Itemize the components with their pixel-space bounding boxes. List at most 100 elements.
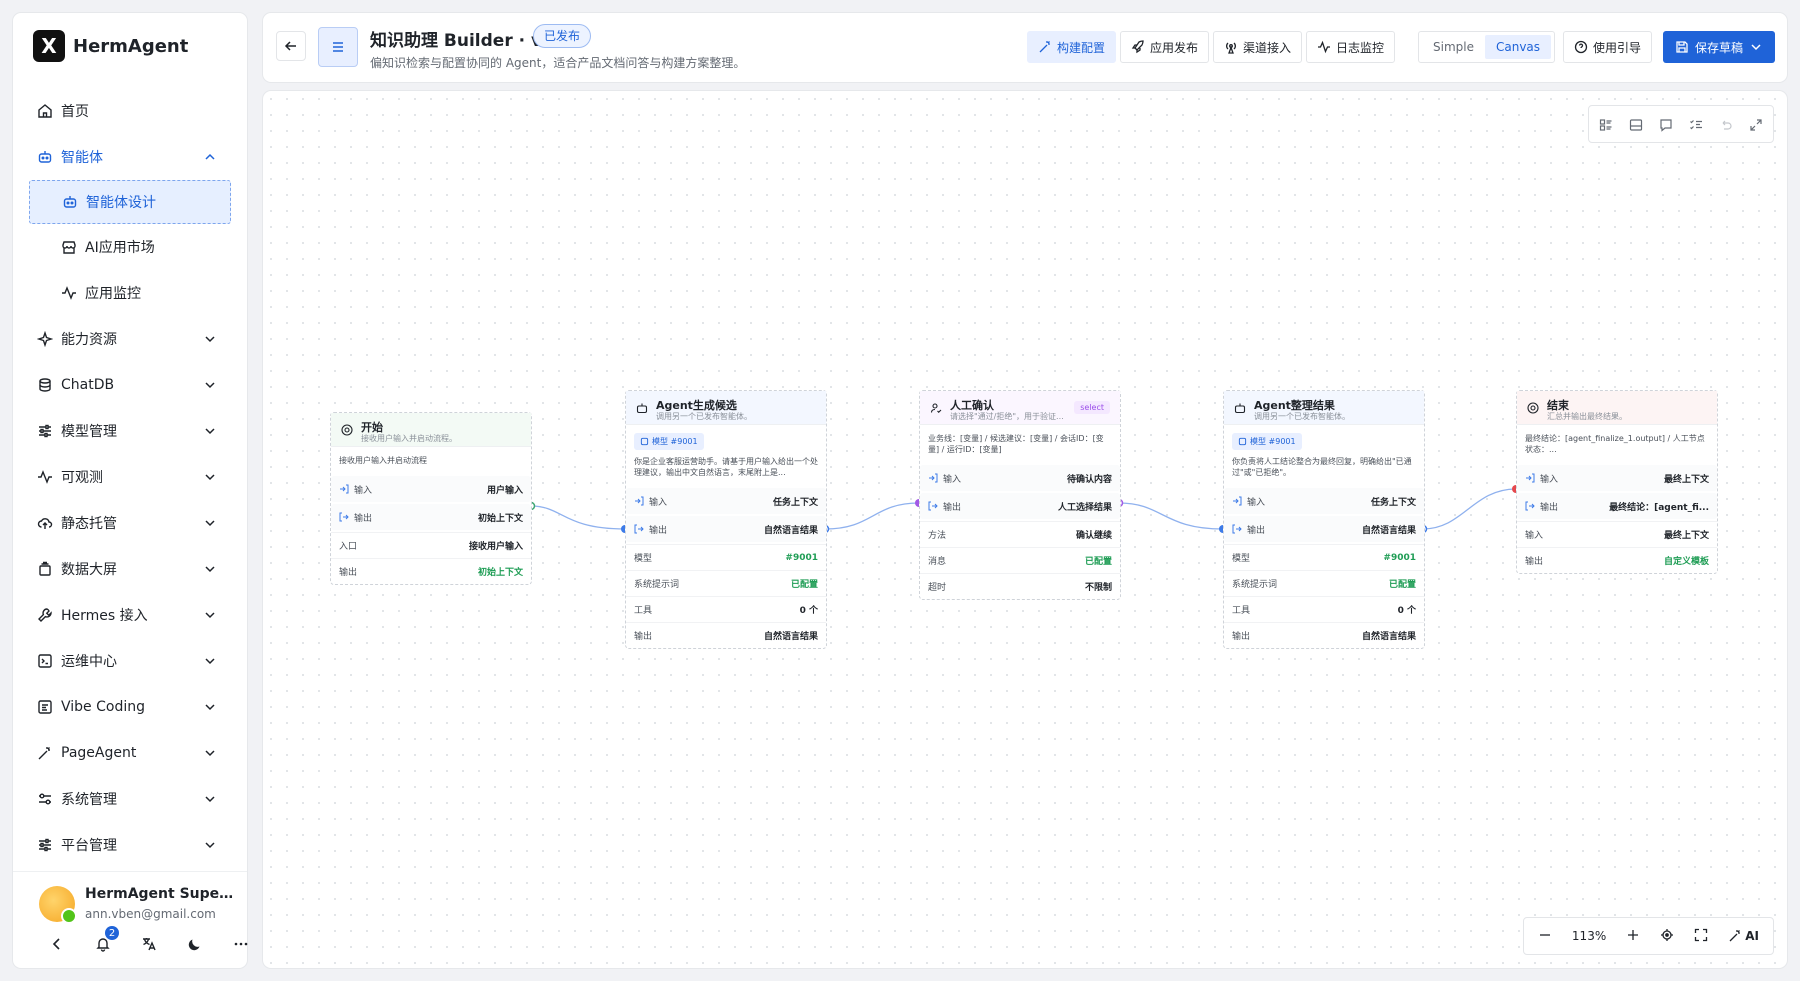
sidebar-item-ai-market[interactable]: AI应用市场 bbox=[13, 224, 247, 270]
fullscreen-button[interactable] bbox=[1694, 928, 1708, 945]
sidebar-item-label: 模型管理 bbox=[61, 424, 117, 440]
tab-logs[interactable]: 日志监控 bbox=[1306, 31, 1396, 63]
collapse-sidebar-button[interactable] bbox=[49, 936, 65, 952]
sidebar-item-agents[interactable]: 智能体 bbox=[13, 134, 247, 180]
node-text: 你是企业客服运营助手。请基于用户输入给出一个处理建议，输出中文自然语言，末尾附上… bbox=[634, 457, 818, 477]
chevron-down-icon bbox=[205, 704, 215, 711]
home-icon bbox=[37, 103, 53, 119]
chevron-down-icon bbox=[205, 474, 215, 481]
node-end[interactable]: 结束 汇总并输出最终结果。 最终结论：[agent_finalize_1.out… bbox=[1516, 390, 1718, 574]
fullscreen-icon bbox=[1695, 928, 1708, 941]
sidebar-item-label: 运维中心 bbox=[61, 654, 117, 670]
sidebar-item-pageagent[interactable]: PageAgent bbox=[13, 730, 247, 776]
tab-build-config[interactable]: 构建配置 bbox=[1027, 31, 1117, 63]
chevron-down-icon bbox=[205, 842, 215, 849]
sidebar-item-capability[interactable]: 能力资源 bbox=[13, 316, 247, 362]
workflow-canvas[interactable]: 开始 接收用户输入并启动流程。 接收用户输入并启动流程 输入 用户输入 输出 初始上… bbox=[263, 91, 1787, 968]
guide-button[interactable]: 使用引导 bbox=[1563, 31, 1653, 63]
sidebar-item-vibe-coding[interactable]: Vibe Coding bbox=[13, 684, 247, 730]
mode-canvas[interactable]: Canvas bbox=[1484, 35, 1552, 59]
page-header: 知识助理 Builder · v8 已发布 偏知识检索与配置协同的 Agent，… bbox=[263, 13, 1787, 82]
activity-icon bbox=[1318, 40, 1331, 54]
user-name: HermAgent Super ... bbox=[85, 886, 235, 902]
chevron-down-icon bbox=[205, 520, 215, 527]
notifications-button[interactable]: 2 bbox=[95, 926, 119, 952]
output-icon bbox=[634, 524, 644, 534]
node-body: 业务线：[变量] / 候选建议：[变量] / 会话ID：[变量] / 运行ID：… bbox=[920, 425, 1120, 463]
checklist-button[interactable] bbox=[1689, 117, 1703, 131]
sidebar-item-label: 可观测 bbox=[61, 470, 103, 486]
node-human-confirm[interactable]: 人工确认 请选择"通过/拒绝"，用于验证... select 业务线：[变量] … bbox=[919, 390, 1121, 600]
sidebar-item-static-hosting[interactable]: 静态托管 bbox=[13, 500, 247, 546]
sidebar-item-label: 能力资源 bbox=[61, 332, 117, 348]
language-button[interactable] bbox=[141, 936, 157, 952]
theme-toggle-button[interactable] bbox=[187, 936, 203, 952]
node-desc: 调用另一个已发布智能体。 bbox=[656, 412, 752, 421]
node-agent-finalize[interactable]: Agent整理结果 调用另一个已发布智能体。 模型 #9001 你负责将人工结论… bbox=[1223, 390, 1425, 649]
input-icon bbox=[1233, 496, 1242, 506]
node-desc: 汇总并输出最终结果。 bbox=[1547, 412, 1627, 421]
sidebar-item-platform[interactable]: 平台管理 bbox=[13, 822, 247, 868]
chevron-down-icon bbox=[1751, 44, 1761, 51]
mode-segmented-control: Simple Canvas bbox=[1418, 31, 1556, 63]
wand-icon bbox=[37, 745, 53, 761]
sidebar-item-ops[interactable]: 运维中心 bbox=[13, 638, 247, 684]
mode-simple[interactable]: Simple bbox=[1422, 35, 1485, 59]
zoom-controls: 113% AI bbox=[1522, 917, 1774, 955]
node-row: 输出 初始上下文 bbox=[331, 558, 531, 584]
node-desc: 接收用户输入并启动流程。 bbox=[361, 434, 457, 443]
expand-button[interactable] bbox=[1749, 117, 1763, 131]
zoom-out-button[interactable] bbox=[1538, 928, 1552, 945]
save-draft-button[interactable]: 保存草稿 bbox=[1663, 31, 1776, 63]
comment-button[interactable] bbox=[1659, 117, 1673, 132]
layers-icon bbox=[37, 561, 53, 577]
node-row: 入口 接收用户输入 bbox=[331, 532, 531, 558]
node-text: 你负责将人工结论整合为最终回复，明确给出"已通过"或"已拒绝"。 bbox=[1232, 457, 1412, 477]
sidebar-item-observability[interactable]: 可观测 bbox=[13, 454, 247, 500]
robot-icon bbox=[62, 194, 78, 210]
sidebar-item-dashboard[interactable]: 数据大屏 bbox=[13, 546, 247, 592]
node-start[interactable]: 开始 接收用户输入并启动流程。 接收用户输入并启动流程 输入 用户输入 输出 初始上… bbox=[330, 412, 532, 585]
panel-button[interactable] bbox=[1629, 117, 1643, 131]
node-text: 最终结论：[agent_finalize_1.output] / 人工节点状态：… bbox=[1525, 434, 1705, 454]
node-body: 模型 #9001 你是企业客服运营助手。请基于用户输入给出一个处理建议，输出中文… bbox=[626, 425, 826, 486]
avatar[interactable] bbox=[39, 886, 77, 924]
sidebar-item-app-monitor[interactable]: 应用监控 bbox=[13, 270, 247, 316]
brand[interactable]: X HermAgent bbox=[33, 30, 188, 62]
sidebar-item-models[interactable]: 模型管理 bbox=[13, 408, 247, 454]
sliders-icon bbox=[37, 423, 53, 439]
sidebar-item-chatdb[interactable]: ChatDB bbox=[13, 362, 247, 408]
tab-channels[interactable]: 渠道接入 bbox=[1213, 31, 1303, 63]
node-type-tag: select bbox=[1074, 401, 1110, 414]
sidebar-item-label: Hermes 接入 bbox=[61, 608, 148, 624]
sidebar-item-hermes[interactable]: Hermes 接入 bbox=[13, 592, 247, 638]
sidebar: X HermAgent 首页 智能体 智能体设计 AI应用市场 应用监控 能力资… bbox=[13, 13, 249, 968]
node-row: 输出 初始上下文 bbox=[331, 504, 531, 530]
edge-agent2-end bbox=[1422, 488, 1517, 530]
layout-list-button[interactable] bbox=[1599, 117, 1613, 131]
node-row: 模型 #9001 bbox=[1224, 544, 1424, 570]
menu-toggle-button[interactable] bbox=[318, 27, 358, 67]
more-button[interactable] bbox=[233, 936, 249, 952]
node-row: 输出 自然语言结果 bbox=[1224, 622, 1424, 648]
model-chip: 模型 #9001 bbox=[634, 433, 704, 450]
undo-button[interactable] bbox=[1719, 117, 1733, 131]
user-check-icon bbox=[930, 402, 942, 414]
back-button[interactable] bbox=[276, 31, 306, 61]
node-row: 输出 自然语言结果 bbox=[1224, 516, 1424, 542]
node-body: 模型 #9001 你负责将人工结论整合为最终回复，明确给出"已通过"或"已拒绝"… bbox=[1224, 425, 1424, 486]
sidebar-item-home[interactable]: 首页 bbox=[13, 88, 247, 134]
cloud-upload-icon bbox=[37, 515, 53, 531]
activity-icon bbox=[61, 285, 77, 301]
checklist-icon bbox=[1690, 120, 1702, 130]
tab-publish[interactable]: 应用发布 bbox=[1120, 31, 1210, 63]
chevron-down-icon bbox=[205, 336, 215, 343]
output-icon bbox=[339, 512, 349, 522]
ai-assistant-button[interactable]: AI bbox=[1728, 929, 1759, 943]
sidebar-item-agent-design[interactable]: 智能体设计 bbox=[29, 180, 231, 224]
node-agent-generate[interactable]: Agent生成候选 调用另一个已发布智能体。 模型 #9001 你是企业客服运营… bbox=[625, 390, 827, 649]
sidebar-item-system[interactable]: 系统管理 bbox=[13, 776, 247, 822]
node-row: 输出 最终结论：[agent_fi... bbox=[1517, 493, 1717, 519]
zoom-in-button[interactable] bbox=[1626, 928, 1640, 945]
fit-view-button[interactable] bbox=[1660, 928, 1674, 945]
